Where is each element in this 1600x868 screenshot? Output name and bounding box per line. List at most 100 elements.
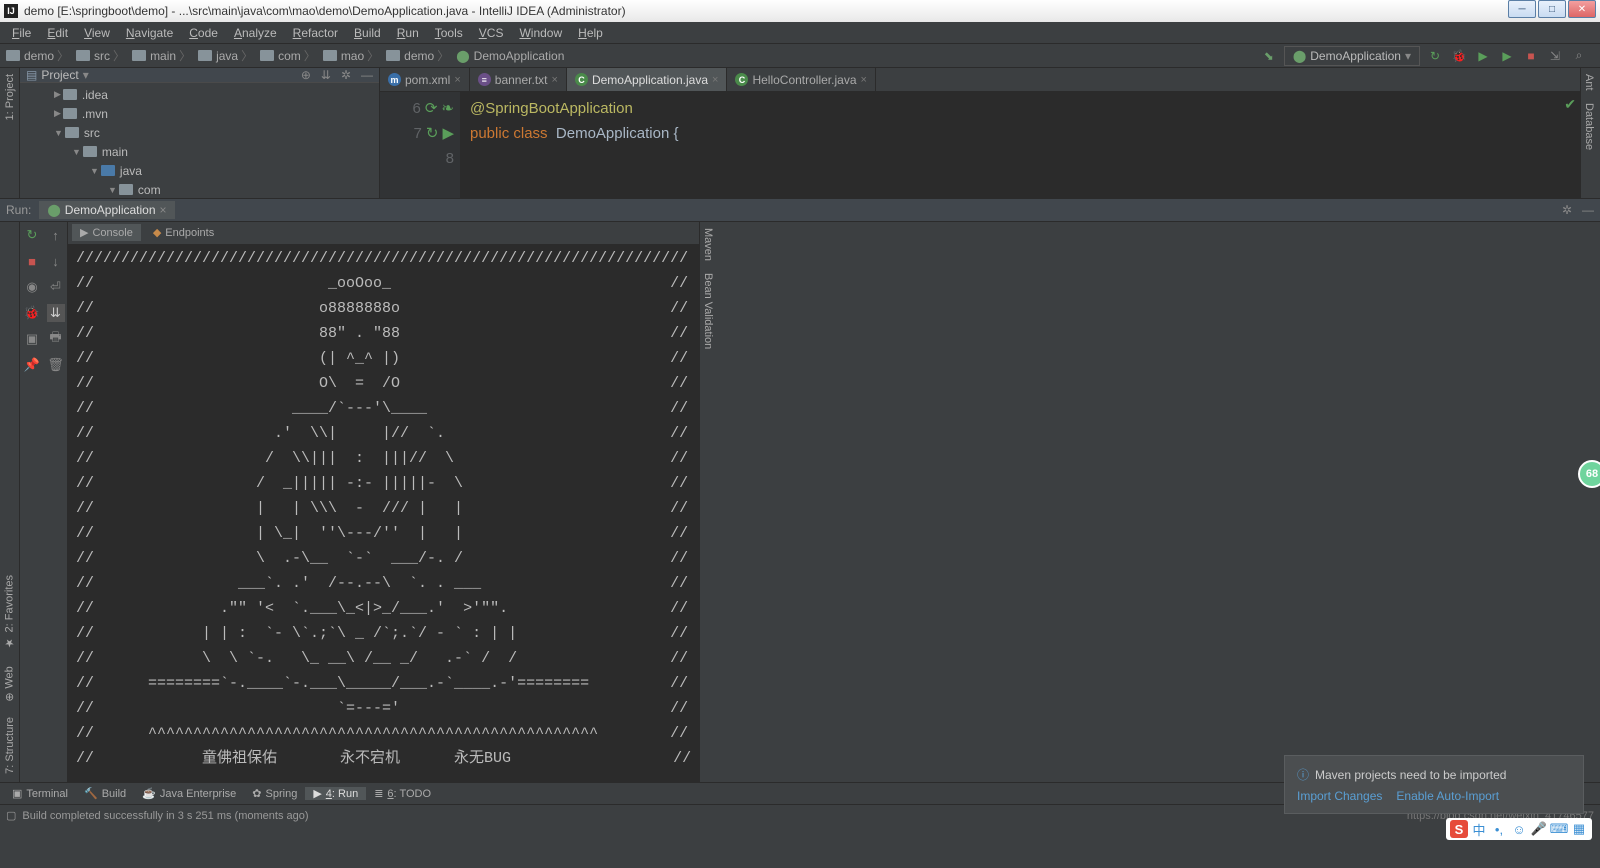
wrap-icon[interactable]: ⏎ [47, 278, 65, 296]
print-icon[interactable]: 🖶 [47, 330, 65, 348]
left-tool-strip-bottom: 7: Structure ⊕Web ★2: Favorites [0, 222, 20, 782]
actuator-icon[interactable]: 🐞 [23, 304, 41, 322]
project-panel-header: ▤ Project ▾ ⊕ ⇊ ✲ — [20, 68, 379, 83]
breadcrumb-item[interactable]: java〉 [196, 47, 258, 64]
status-text: Build completed successfully in 3 s 251 … [22, 810, 308, 822]
tree-node[interactable]: ▶.idea [24, 85, 375, 104]
tree-node[interactable]: ▼main [24, 142, 375, 161]
update-icon[interactable]: ⇲ [1546, 47, 1564, 65]
clear-icon[interactable]: 🗑 [47, 356, 65, 374]
console-output[interactable]: ////////////////////////////////////////… [68, 244, 699, 782]
coverage-icon[interactable]: ▶ [1474, 47, 1492, 65]
bottom-tab-build[interactable]: 🔨Build [76, 787, 134, 800]
profile-icon[interactable]: ▶ [1498, 47, 1516, 65]
gutter-icon[interactable]: ↻ [426, 121, 439, 146]
run-gear-icon[interactable]: ✲ [1562, 203, 1572, 217]
bottom-tab-todo[interactable]: ≣6: TODO [366, 787, 439, 800]
gutter-icon[interactable]: ⟳ [425, 96, 438, 121]
project-panel: ▤ Project ▾ ⊕ ⇊ ✲ — ▶.idea▶.mvn▼src▼main… [20, 68, 380, 198]
run-hide-icon[interactable]: — [1582, 203, 1594, 217]
import-changes-link[interactable]: Import Changes [1297, 789, 1382, 803]
target-icon[interactable]: ⊕ [301, 68, 311, 82]
breadcrumb-item[interactable]: demo〉 [4, 47, 74, 64]
enable-auto-import-link[interactable]: Enable Auto-Import [1396, 789, 1499, 803]
stop-run-icon[interactable]: ■ [23, 252, 41, 270]
scroll-icon[interactable]: ⇊ [47, 304, 65, 322]
navigation-bar: demo〉src〉main〉java〉com〉mao〉demo〉⬤DemoApp… [0, 44, 1600, 68]
up-icon[interactable]: ↑ [47, 226, 65, 244]
menu-bar: FileEditViewNavigateCodeAnalyzeRefactorB… [0, 22, 1600, 44]
breadcrumb-item[interactable]: com〉 [258, 47, 321, 64]
snapshot-icon[interactable]: ◉ [23, 278, 41, 296]
editor-tab[interactable]: CDemoApplication.java× [567, 68, 728, 91]
editor-area: mpom.xml×≡banner.txt×CDemoApplication.ja… [380, 68, 1580, 198]
breadcrumb-item[interactable]: demo〉 [384, 47, 454, 64]
run-tab[interactable]: ⬤ DemoApplication × [39, 201, 174, 219]
maven-toolwindow-button[interactable]: Maven [700, 222, 716, 267]
search-icon[interactable]: ⌕ [1570, 47, 1588, 65]
menu-file[interactable]: File [4, 24, 39, 42]
tree-node[interactable]: ▼java [24, 161, 375, 180]
menu-vcs[interactable]: VCS [471, 24, 512, 42]
menu-view[interactable]: View [76, 24, 118, 42]
gear-icon[interactable]: ✲ [341, 68, 351, 82]
editor-tab[interactable]: CHelloController.java× [727, 68, 876, 91]
editor-tab[interactable]: mpom.xml× [380, 68, 470, 91]
tree-node[interactable]: ▼src [24, 123, 375, 142]
gutter-bean-icon[interactable]: ❧ [441, 96, 454, 121]
tree-node[interactable]: ▼com [24, 180, 375, 199]
gutter-run-icon[interactable]: ▶ [442, 121, 454, 146]
breadcrumb-item[interactable]: mao〉 [321, 47, 384, 64]
menu-code[interactable]: Code [181, 24, 226, 42]
bottom-tab-javaenterprise[interactable]: ☕Java Enterprise [134, 787, 244, 800]
menu-analyze[interactable]: Analyze [226, 24, 285, 42]
close-button[interactable]: ✕ [1568, 0, 1596, 18]
code-content[interactable]: @SpringBootApplication public class Demo… [460, 92, 1580, 198]
menu-window[interactable]: Window [511, 24, 570, 42]
pin-icon[interactable]: 📌 [23, 356, 41, 374]
endpoints-tab[interactable]: ◆Endpoints [145, 224, 222, 241]
build-icon[interactable]: ⬊ [1260, 47, 1278, 65]
structure-toolwindow-button[interactable]: 7: Structure [4, 709, 16, 782]
bottom-tab-terminal[interactable]: ▣Terminal [4, 787, 76, 800]
tree-node[interactable]: ▶.mvn [24, 104, 375, 123]
menu-help[interactable]: Help [570, 24, 611, 42]
breadcrumb-item[interactable]: ⬤DemoApplication [454, 49, 566, 63]
run-config-selector[interactable]: ⬤ DemoApplication ▾ [1284, 46, 1420, 66]
beanvalidation-toolwindow-button[interactable]: Bean Validation [700, 267, 716, 355]
menu-edit[interactable]: Edit [39, 24, 76, 42]
menu-build[interactable]: Build [346, 24, 389, 42]
console-tab[interactable]: ▶Console [72, 224, 141, 241]
layout-icon[interactable]: ▣ [23, 330, 41, 348]
maximize-button[interactable]: □ [1538, 0, 1566, 18]
down-icon[interactable]: ↓ [47, 252, 65, 270]
collapse-icon[interactable]: ⇊ [321, 68, 331, 82]
ant-toolwindow-button[interactable]: Ant [1581, 68, 1597, 97]
floating-badge[interactable]: 68 [1578, 460, 1600, 488]
project-toolwindow-button[interactable]: 1: Project [4, 68, 16, 126]
info-icon: ⓘ [1297, 766, 1309, 783]
menu-refactor[interactable]: Refactor [285, 24, 346, 42]
run-icon[interactable]: ↻ [1426, 47, 1444, 65]
editor-tab[interactable]: ≡banner.txt× [470, 68, 567, 91]
minimize-button[interactable]: ─ [1508, 0, 1536, 18]
database-toolwindow-button[interactable]: Database [1581, 97, 1597, 156]
bottom-tab-spring[interactable]: ✿Spring [244, 787, 305, 800]
breadcrumb-item[interactable]: main〉 [130, 47, 196, 64]
breadcrumb-item[interactable]: src〉 [74, 47, 130, 64]
menu-run[interactable]: Run [389, 24, 427, 42]
menu-navigate[interactable]: Navigate [118, 24, 181, 42]
debug-icon[interactable]: 🐞 [1450, 47, 1468, 65]
editor-gutter: 6⟳❧ 7↻▶ 8 [380, 92, 460, 198]
hide-icon[interactable]: — [361, 68, 373, 82]
favorites-toolwindow-button[interactable]: ★2: Favorites [3, 567, 16, 657]
menu-tools[interactable]: Tools [427, 24, 471, 42]
run-console: ▶Console ◆Endpoints ////////////////////… [68, 222, 699, 782]
ime-indicator[interactable]: S 中 •, ☺ 🎤 ⌨ ▦ [1446, 818, 1592, 840]
bottom-tab-run[interactable]: ▶4: Run [305, 787, 366, 800]
rerun-icon[interactable]: ↻ [23, 226, 41, 244]
web-toolwindow-button[interactable]: ⊕Web [3, 658, 16, 710]
stop-icon[interactable]: ■ [1522, 47, 1540, 65]
line-number: 7 [414, 121, 422, 146]
run-label: Run: [6, 203, 31, 217]
